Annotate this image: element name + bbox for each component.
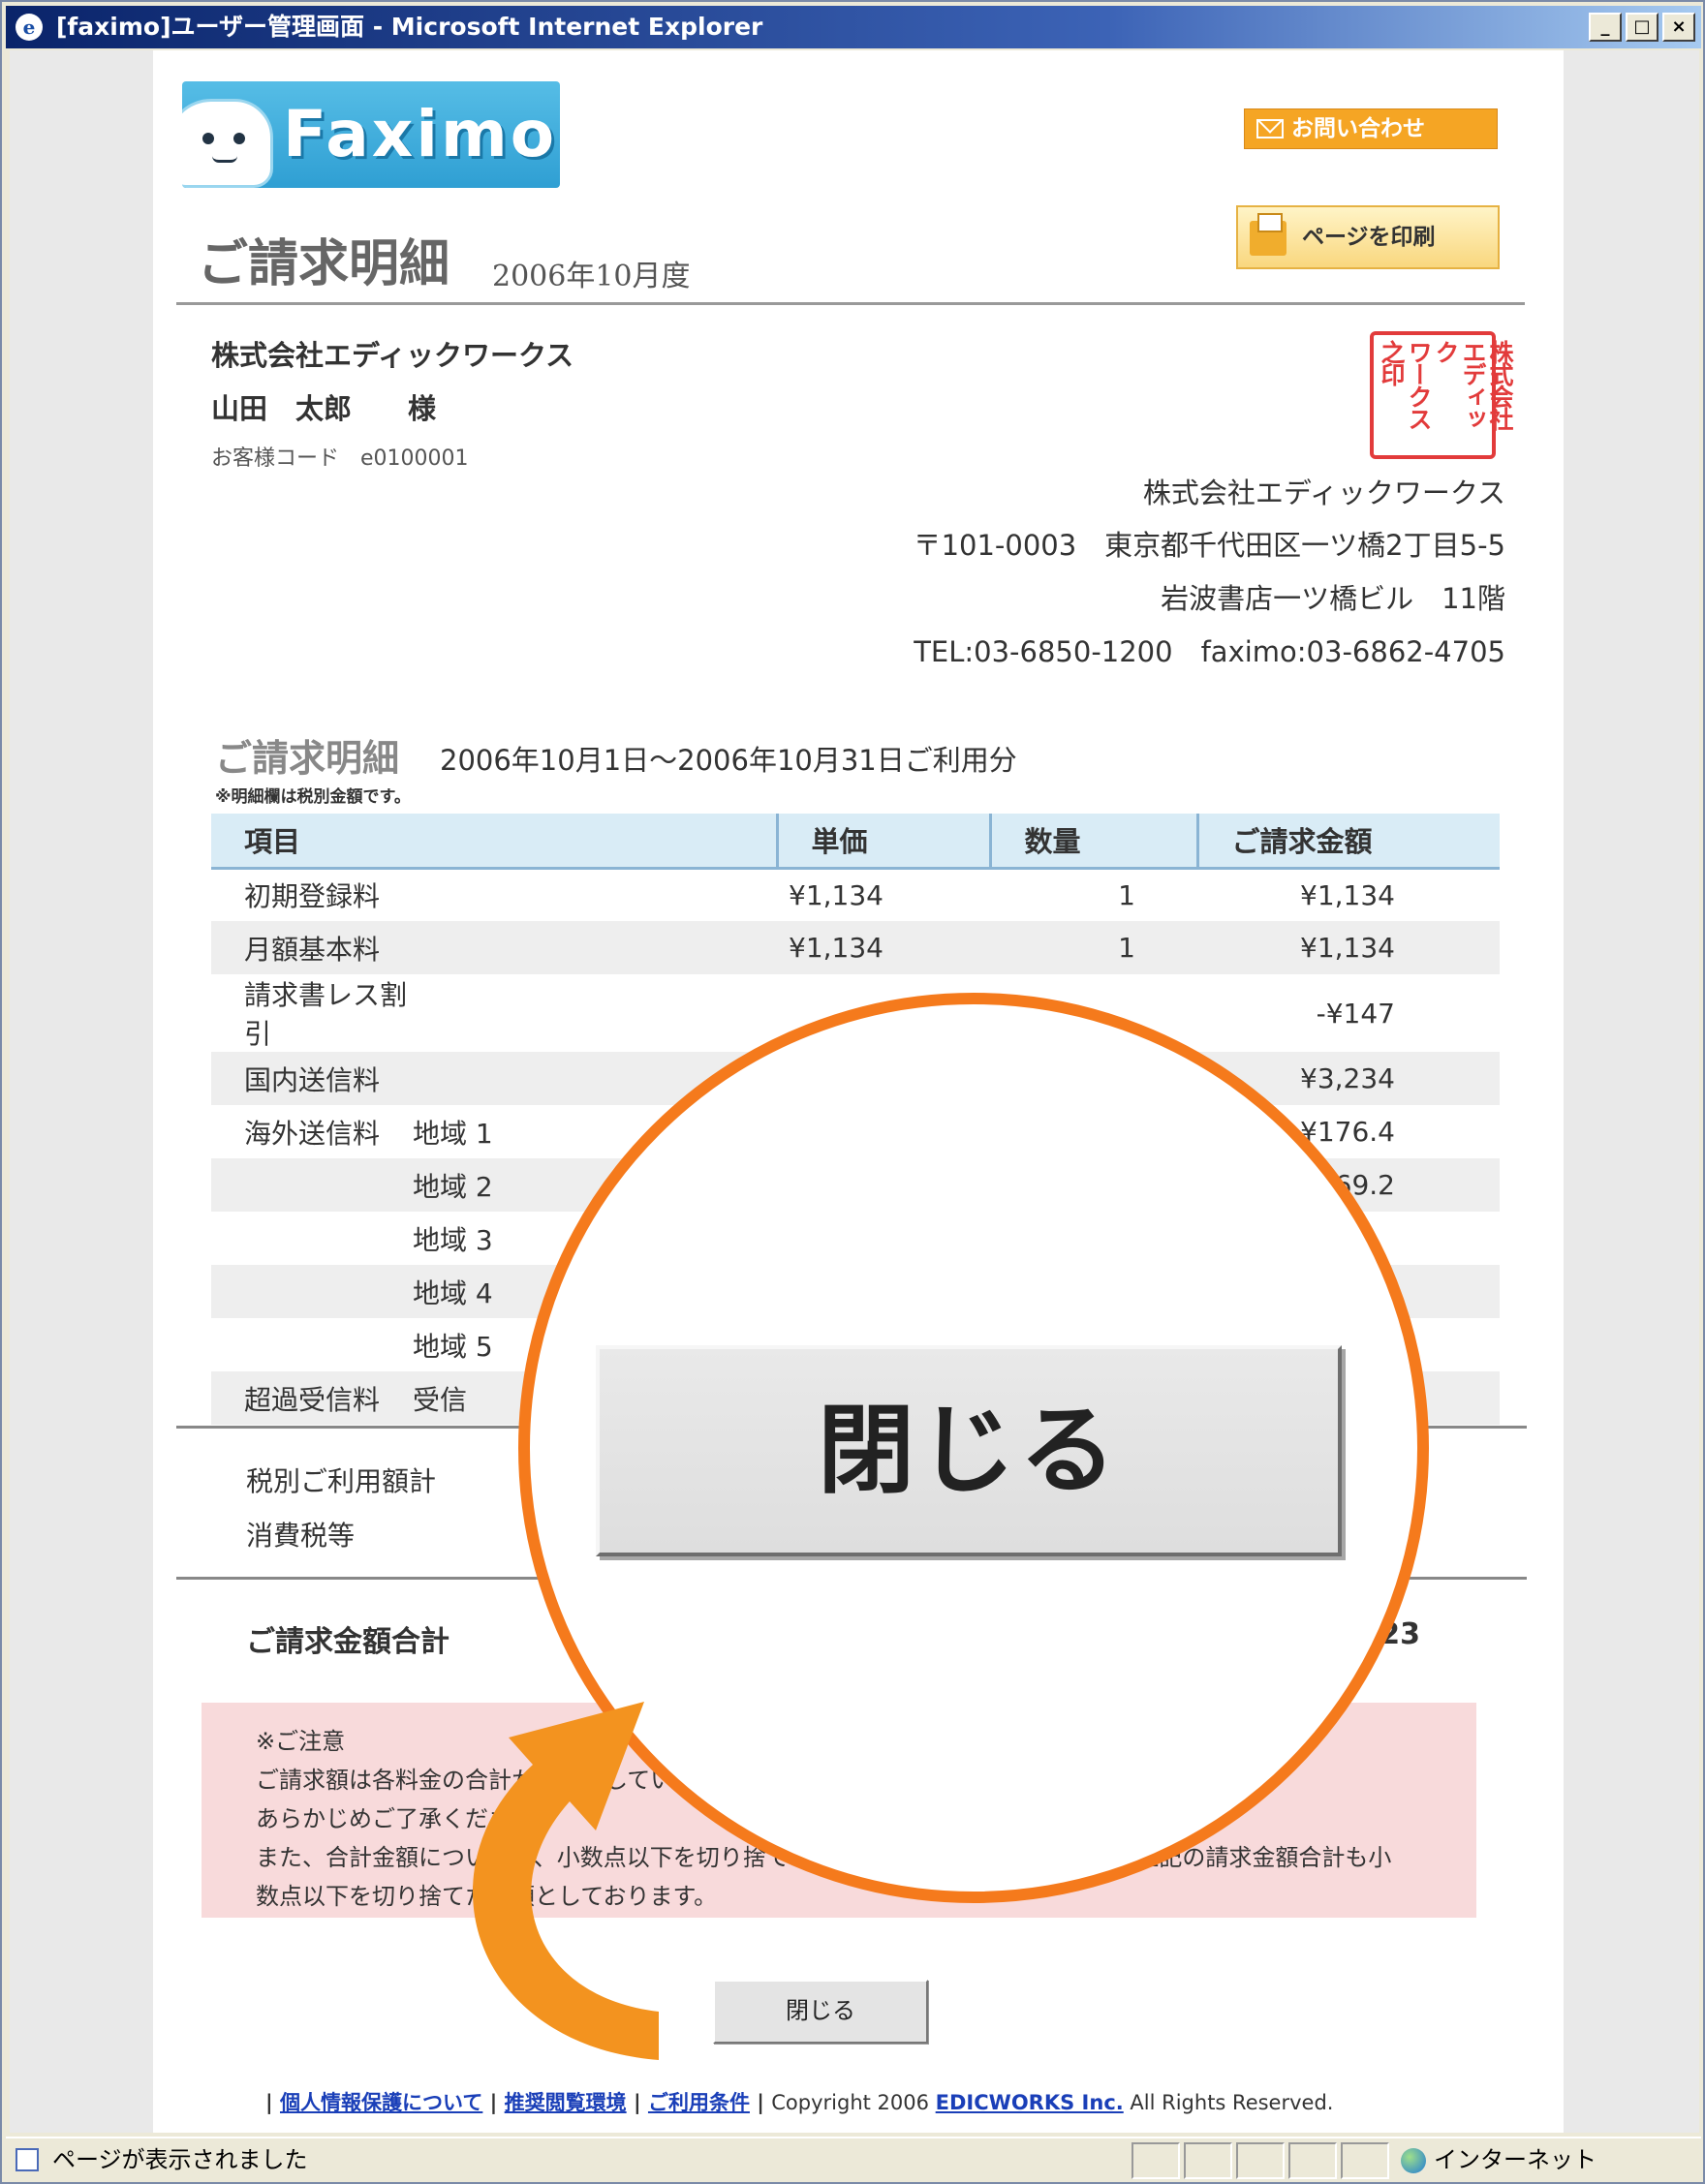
table-row: 月額基本料 ¥1,134 1 ¥1,134 [211,921,1500,974]
window-title: [faximo]ユーザー管理画面 - Microsoft Internet Ex… [56,13,763,41]
issuer-contact: TEL:03-6850-1200 faximo:03-6862-4705 [914,635,1505,668]
item-sublabel: 地域 4 [413,1277,493,1309]
print-page-button[interactable]: ページを印刷 [1236,205,1500,269]
column-header-quantity: 数量 [988,814,1197,870]
item-sublabel: 地域 2 [413,1170,493,1203]
copyright-prefix: Copyright 2006 [771,2091,936,2114]
recommended-environment-link[interactable]: 推奨閲覧環境 [505,2091,627,2114]
close-button[interactable]: 閉じる [713,1980,928,2044]
printer-icon [1250,213,1286,256]
internet-explorer-icon: e [16,14,43,41]
page-title: ご請求明細 [198,235,450,293]
print-label: ページを印刷 [1302,225,1436,250]
window-controls: _ □ × [1589,13,1695,42]
column-header-item: 項目 [211,814,777,870]
tax-note: ※明細欄は税別金額です。 [215,787,411,807]
item-label: 超過受信料 [244,1383,381,1416]
close-window-button[interactable]: × [1662,13,1695,42]
detail-heading: ご請求明細 [215,737,400,780]
usage-range: 2006年10月1日〜2006年10月31日ご利用分 [440,744,1017,777]
footer-links: | 個人情報保護について | 推奨閲覧環境 | ご利用条件 | Copyrigh… [265,2091,1334,2114]
item-label: 初期登録料 [244,880,381,913]
status-panel [1184,2142,1232,2179]
cell-item: 月額基本料 [211,921,777,974]
inquiry-button[interactable]: お問い合わせ [1244,108,1498,149]
edicworks-link[interactable]: EDICWORKS Inc. [936,2091,1124,2114]
zoomed-close-button[interactable]: 閉じる [596,1345,1342,1556]
copyright-suffix: All Rights Reserved. [1123,2091,1334,2114]
item-sublabel: 地域 3 [413,1223,493,1256]
billing-period: 2006年10月度 [492,260,691,293]
customer-code: お客様コード e0100001 [211,446,469,471]
browser-window: e [faximo]ユーザー管理画面 - Microsoft Internet … [0,0,1705,2184]
column-header-amount: ご請求金額 [1195,814,1500,870]
customer-name: 山田 太郎 様 [211,392,437,425]
company-seal-stamp: 株式会社 エディック ワークス之印 [1370,331,1514,459]
cell-quantity: 1 [990,921,1197,974]
status-message: ページが表示されました [52,2146,308,2173]
status-panel [1236,2142,1285,2179]
customer-company: 株式会社エディックワークス [211,339,574,372]
mail-icon [1256,119,1284,138]
security-zone: インターネット [1434,2146,1596,2173]
globe-icon [1401,2148,1426,2173]
cell-amount: -¥147 [1316,997,1395,1030]
terms-link[interactable]: ご利用条件 [648,2091,750,2114]
status-bar: ページが表示されました インターネット [6,2137,1701,2181]
cell-item: 請求書レス割引 [211,974,777,1052]
item-label: 国内送信料 [244,1063,381,1096]
issuer-address-line1: 〒101-0003 東京都千代田区一ツ橋2丁目5-5 [913,529,1505,562]
item-sublabel: 地域 5 [413,1330,493,1363]
cell-quantity: 1 [1118,878,1135,911]
fax-mascot-icon [182,99,273,188]
maximize-button[interactable]: □ [1626,13,1658,42]
table-header-row: 項目 単価 数量 ご請求金額 [211,814,1500,870]
title-bar: e [faximo]ユーザー管理画面 - Microsoft Internet … [6,6,1701,48]
faximo-logo[interactable]: Faximo [182,81,560,188]
title-divider [176,302,1525,305]
item-label: 月額基本料 [244,933,381,966]
inquiry-label: お問い合わせ [1291,116,1425,141]
table-row: 初期登録料 ¥1,134 1 ¥1,134 [211,868,1500,921]
cell-price: ¥1,134 [777,921,990,974]
minimize-button[interactable]: _ [1589,13,1622,42]
cell-amount: ¥1,134 [1197,921,1500,974]
item-label: 海外送信料 [244,1117,381,1150]
issuer-address-line2: 岩波書店一ツ橋ビル 11階 [1161,582,1505,615]
logo-wordmark: Faximo [283,97,558,171]
item-label: 請求書レス割引 [244,979,408,1050]
cell-item: 初期登録料 [211,868,777,921]
subtotal-label: 税別ご利用額計 [246,1465,437,1497]
status-panel [1288,2142,1337,2179]
status-panel [1132,2142,1180,2179]
item-sublabel: 受信 [413,1383,468,1416]
curved-arrow-icon [473,1702,659,2060]
tax-label: 消費税等 [246,1520,356,1552]
column-header-price: 単価 [775,814,990,870]
cell-price: ¥1,134 [789,878,884,911]
page-icon [16,2148,39,2171]
issuer-company: 株式会社エディックワークス [1142,477,1505,509]
item-sublabel: 地域 1 [413,1117,493,1150]
privacy-link[interactable]: 個人情報保護について [280,2091,482,2114]
total-label: ご請求金額合計 [246,1625,450,1659]
status-panel [1341,2142,1389,2179]
browser-viewport: Faximo お問い合わせ ページを印刷 ご請求明細 2006年10月度 株式会… [10,50,1699,2133]
cell-amount: ¥1,134 [1300,878,1395,911]
